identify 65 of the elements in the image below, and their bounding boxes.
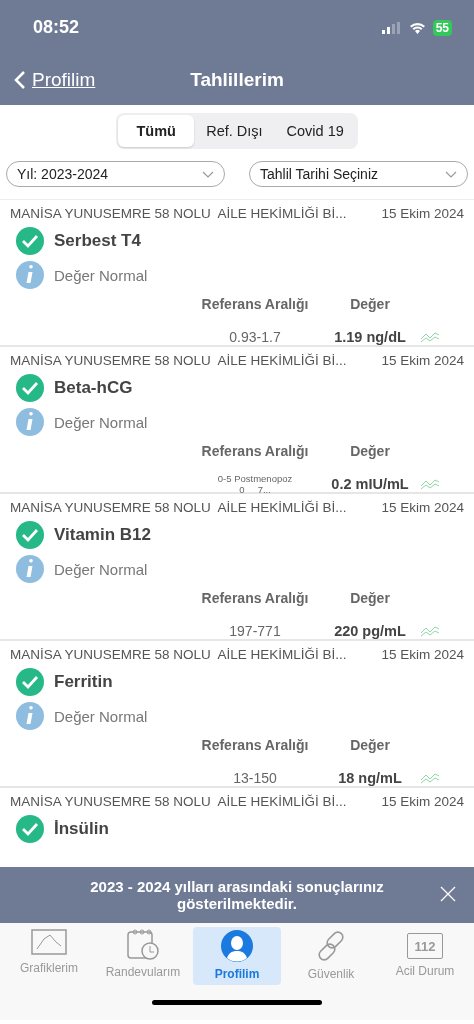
status-text: Değer Normal xyxy=(54,266,148,284)
person-icon xyxy=(220,929,254,963)
chevron-down-icon xyxy=(202,170,214,178)
trend-chart-icon[interactable] xyxy=(420,477,440,491)
test-name: Vitamin B12 xyxy=(54,525,151,545)
tab-bar-item[interactable]: 112 Acil Durum xyxy=(381,927,469,985)
reference-range: 13-150 xyxy=(232,769,278,787)
battery-level: 55 xyxy=(432,19,452,36)
segment-tab[interactable]: Tümü xyxy=(118,115,195,147)
status-time: 08:52 xyxy=(33,17,80,38)
tab-bar-item[interactable]: Randevularım xyxy=(99,927,187,985)
reference-range: 0.93-1.7 xyxy=(228,328,282,346)
facility-name: MANİSA YUNUSEMRE 58 NOLU AİLE HEKİMLİĞİ Bİ... xyxy=(10,647,347,662)
reference-range: 197-771 xyxy=(228,622,282,640)
facility-name: MANİSA YUNUSEMRE 58 NOLU AİLE HEKİMLİĞİ Bİ... xyxy=(10,353,347,368)
tab-bar-item[interactable]: Güvenlik xyxy=(287,927,375,985)
facility-name: MANİSA YUNUSEMRE 58 NOLU AİLE HEKİMLİĞİ Bİ... xyxy=(10,794,347,809)
test-name: Serbest T4 xyxy=(54,231,141,251)
info-icon xyxy=(16,261,44,289)
segment-tab[interactable]: Covid 19 xyxy=(274,115,356,147)
result-value: 1.19 ng/dL xyxy=(333,329,407,345)
page-title: Tahlillerim xyxy=(190,69,284,90)
chart-icon xyxy=(31,929,67,957)
calendar-clock-icon xyxy=(126,929,160,961)
column-label: Referans Aralığı xyxy=(200,296,310,312)
banner-message: 2023 - 2024 yılları arasındaki sonuçlarınız gösterilmektedir. xyxy=(89,878,385,912)
trend-chart-icon[interactable] xyxy=(420,771,440,785)
test-name: Beta-hCG xyxy=(54,378,133,398)
info-icon xyxy=(16,702,44,730)
result-date: 15 Ekim 2024 xyxy=(381,353,464,368)
status-text: Değer Normal xyxy=(54,413,148,431)
chevron-down-icon xyxy=(445,170,457,178)
status-text: Değer Normal xyxy=(54,560,148,578)
result-date: 15 Ekim 2024 xyxy=(381,647,464,662)
test-name: Ferritin xyxy=(54,672,113,692)
test-name: İnsülin xyxy=(54,819,109,839)
wifi-icon xyxy=(408,21,426,34)
result-date: 15 Ekim 2024 xyxy=(381,794,464,809)
back-link[interactable]: Profilim xyxy=(0,68,102,92)
column-label: Değer xyxy=(349,296,391,312)
column-label: Değer xyxy=(349,590,391,606)
column-label: Değer xyxy=(349,443,391,459)
column-label: Referans Aralığı xyxy=(200,737,310,753)
result-date: 15 Ekim 2024 xyxy=(381,500,464,515)
tab-bar-item[interactable]: Profilim xyxy=(193,927,281,985)
trend-chart-icon[interactable] xyxy=(420,330,440,344)
facility-name: MANİSA YUNUSEMRE 58 NOLU AİLE HEKİMLİĞİ Bİ... xyxy=(10,500,347,515)
chevron-left-icon xyxy=(14,70,26,90)
emergency-number-icon: 112 xyxy=(407,933,443,959)
facility-name: MANİSA YUNUSEMRE 58 NOLU AİLE HEKİMLİĞİ Bİ... xyxy=(10,206,347,221)
result-date: 15 Ekim 2024 xyxy=(381,206,464,221)
status-text: Değer Normal xyxy=(54,707,148,725)
reference-range: 0-5 Postmenopoz 0 7... xyxy=(216,472,294,496)
info-icon xyxy=(16,408,44,436)
column-label: Referans Aralığı xyxy=(200,590,310,606)
segment-tab[interactable]: Ref. Dışı xyxy=(194,115,275,147)
info-icon xyxy=(16,555,44,583)
signal-icon xyxy=(381,21,402,34)
result-value: 220 pg/mL xyxy=(333,623,407,639)
column-label: Değer xyxy=(349,737,391,753)
trend-chart-icon[interactable] xyxy=(420,624,440,638)
result-value: 0.2 mIU/mL xyxy=(330,476,410,492)
result-value: 18 ng/mL xyxy=(337,770,403,786)
tab-bar-item[interactable]: Grafiklerim xyxy=(5,927,93,985)
column-label: Referans Aralığı xyxy=(200,443,310,459)
